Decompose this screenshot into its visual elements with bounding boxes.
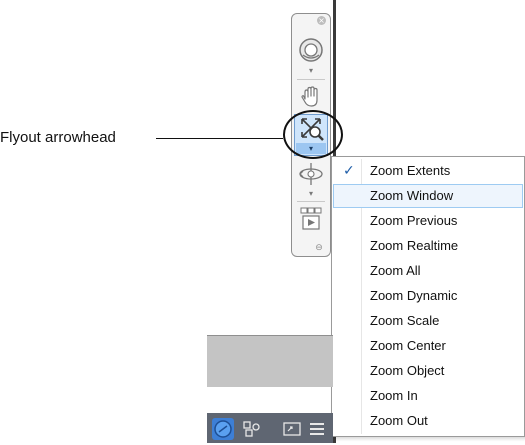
callout-circle — [283, 110, 343, 159]
menu-item-zoom-in[interactable]: Zoom In — [333, 384, 523, 408]
menu-item-zoom-window[interactable]: Zoom Window — [333, 184, 523, 208]
showmotion-button[interactable] — [297, 205, 325, 233]
menu-item-label: Zoom In — [370, 388, 418, 403]
orbit-flyout-arrow[interactable]: ▾ — [306, 190, 316, 198]
menu-item-zoom-extents[interactable]: ✓ Zoom Extents — [333, 159, 523, 183]
steeringwheel-button[interactable] — [297, 36, 325, 64]
checkmark-icon: ✓ — [343, 163, 355, 179]
orbit-icon — [299, 163, 323, 185]
menu-item-label: Zoom Window — [370, 188, 454, 203]
menu-item-label: Zoom Object — [370, 363, 445, 378]
pan-hand-icon — [301, 86, 318, 107]
callout-label: Flyout arrowhead — [0, 129, 116, 146]
menu-item-zoom-center[interactable]: Zoom Center — [333, 334, 523, 358]
steeringwheel-flyout-arrow[interactable]: ▾ — [306, 67, 316, 75]
zoom-flyout-menu: ✓ Zoom Extents Zoom Window Zoom Previous Zoo… — [331, 156, 525, 437]
menu-item-label: Zoom Realtime — [370, 238, 459, 253]
menu-item-zoom-dynamic[interactable]: Zoom Dynamic — [333, 284, 523, 308]
menu-item-label: Zoom Scale — [370, 313, 440, 328]
menu-item-label: Zoom All — [370, 263, 421, 278]
menu-item-label: Zoom Extents — [370, 163, 451, 178]
panel-border — [207, 335, 333, 336]
menu-item-zoom-all[interactable]: Zoom All — [333, 259, 523, 283]
menu-item-label: Zoom Center — [370, 338, 446, 353]
menu-item-zoom-realtime[interactable]: Zoom Realtime — [333, 234, 523, 258]
nav-separator — [297, 201, 325, 202]
menu-item-zoom-previous[interactable]: Zoom Previous — [333, 209, 523, 233]
drawing-area-panel — [207, 335, 333, 387]
pan-button[interactable] — [297, 83, 325, 111]
customize-navbar-icon[interactable]: ⊖ — [314, 243, 324, 253]
menu-item-label: Zoom Dynamic — [370, 288, 458, 303]
customization-menu-icon[interactable] — [306, 418, 328, 440]
callout-leader-line — [156, 138, 283, 139]
steeringwheel-icon — [299, 38, 323, 62]
orbit-button[interactable] — [297, 160, 325, 188]
workspace-switch-icon[interactable] — [240, 418, 262, 440]
model-status-icon[interactable] — [212, 418, 234, 440]
menu-item-zoom-scale[interactable]: Zoom Scale — [333, 309, 523, 333]
close-icon[interactable]: × — [317, 16, 326, 25]
showmotion-icon — [300, 207, 322, 230]
menu-item-label: Zoom Out — [370, 413, 428, 428]
nav-separator — [297, 79, 325, 80]
menu-item-label: Zoom Previous — [370, 213, 458, 228]
menu-item-zoom-object[interactable]: Zoom Object — [333, 359, 523, 383]
menu-item-zoom-out[interactable]: Zoom Out — [333, 409, 523, 433]
fullscreen-icon[interactable] — [281, 418, 303, 440]
